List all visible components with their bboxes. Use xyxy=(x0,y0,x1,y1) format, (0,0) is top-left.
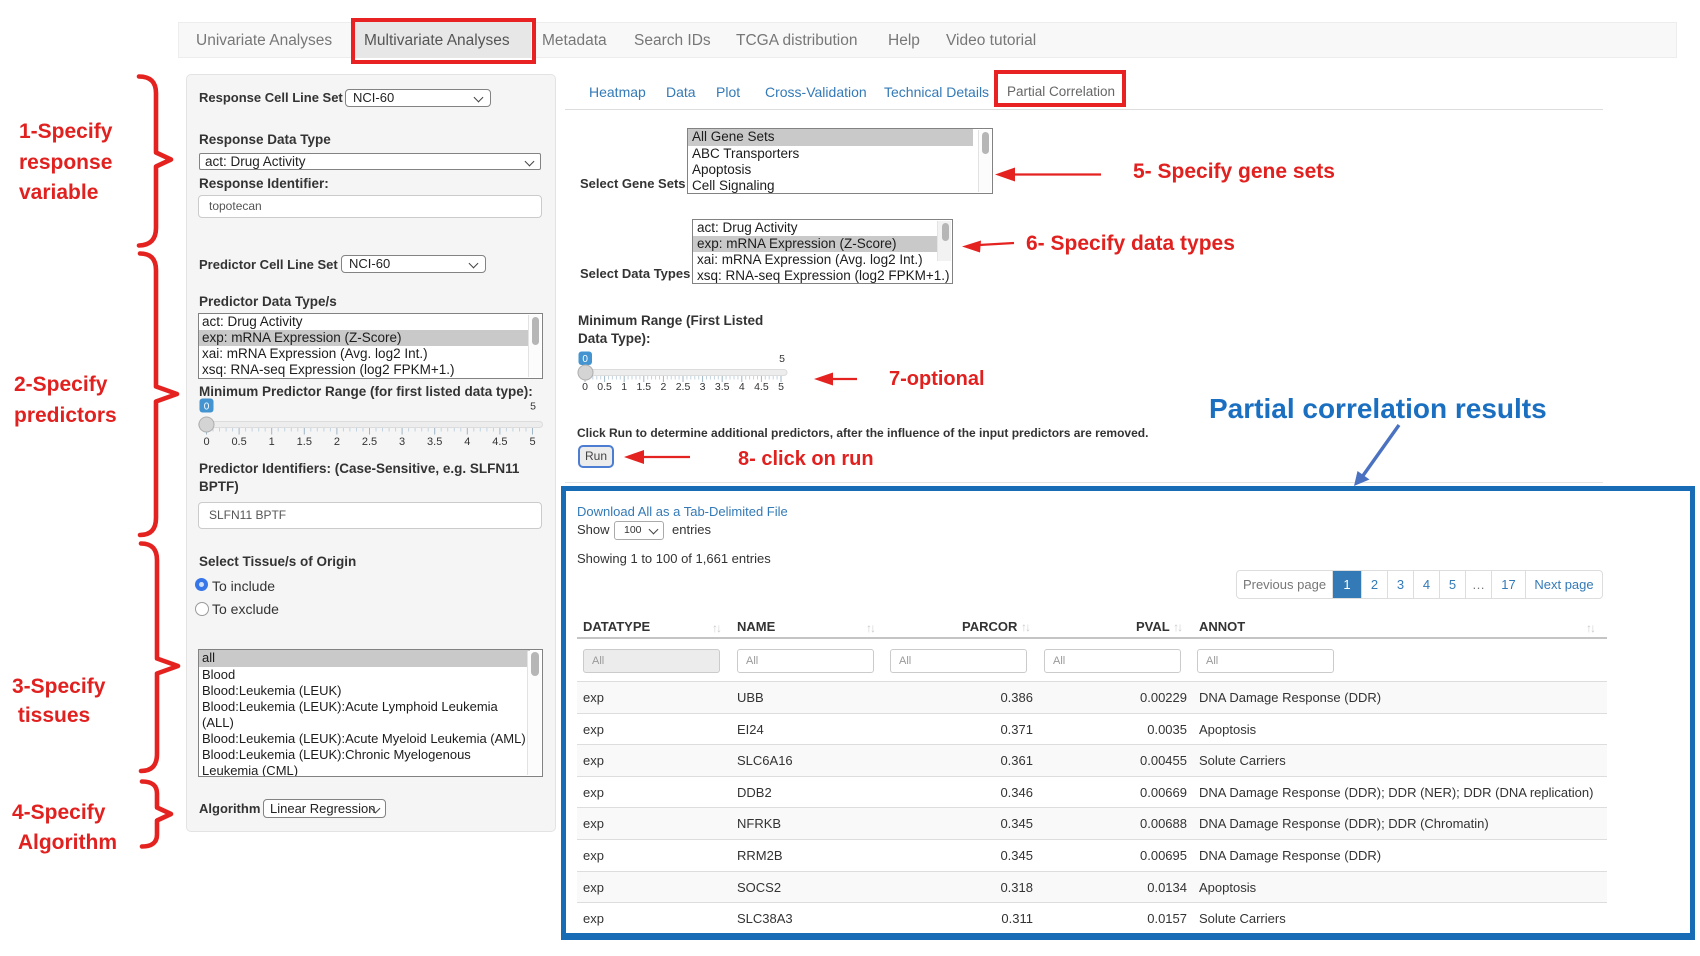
svg-text:1: 1 xyxy=(621,381,627,393)
svg-text:1: 1 xyxy=(269,436,275,448)
svg-text:0.5: 0.5 xyxy=(597,381,612,393)
svg-text:0: 0 xyxy=(582,381,588,393)
svg-text:5: 5 xyxy=(778,381,784,393)
svg-text:4: 4 xyxy=(739,381,745,393)
svg-text:5: 5 xyxy=(779,353,785,365)
svg-text:0: 0 xyxy=(203,436,209,448)
svg-text:5: 5 xyxy=(529,436,535,448)
svg-text:2.5: 2.5 xyxy=(362,436,377,448)
svg-text:3: 3 xyxy=(399,436,405,448)
svg-text:3.5: 3.5 xyxy=(427,436,442,448)
svg-text:0: 0 xyxy=(204,402,210,413)
svg-text:2: 2 xyxy=(660,381,666,393)
svg-text:1.5: 1.5 xyxy=(636,381,651,393)
svg-text:0.5: 0.5 xyxy=(231,436,246,448)
svg-text:1.5: 1.5 xyxy=(297,436,312,448)
svg-text:2.5: 2.5 xyxy=(676,381,691,393)
svg-text:4: 4 xyxy=(464,436,470,448)
svg-text:0: 0 xyxy=(582,354,588,365)
svg-text:2: 2 xyxy=(334,436,340,448)
svg-text:5: 5 xyxy=(530,401,536,413)
svg-text:3: 3 xyxy=(700,381,706,393)
svg-text:4.5: 4.5 xyxy=(492,436,507,448)
svg-text:4.5: 4.5 xyxy=(754,381,769,393)
svg-text:3.5: 3.5 xyxy=(715,381,730,393)
